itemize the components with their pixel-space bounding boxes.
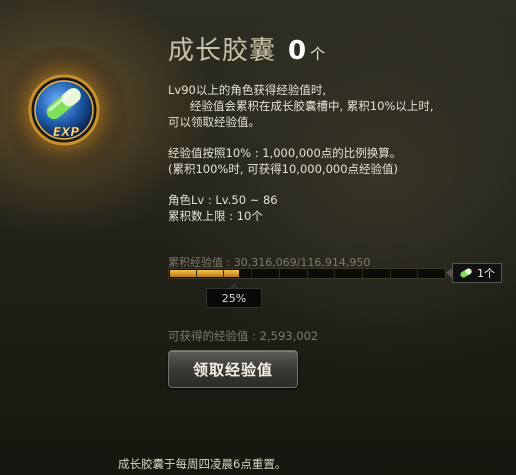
capsule-count-unit: 个 [310,45,326,63]
description-line: Lv90以上的角色获得经验值时, [168,83,327,97]
exp-progress-bar [168,268,446,279]
exp-label: EXP [53,125,79,139]
description-line: (累积100%时, 可获得10,000,000点经验值) [168,162,399,176]
progress-percent-tooltip: 25% [206,283,262,308]
progress-segment [252,269,280,278]
progress-segment [308,269,336,278]
progress-segment [224,269,253,278]
reset-notice: 成长胶囊于每周四凌晨6点重置。 [118,457,287,471]
capsule-icon [460,268,472,278]
claim-exp-button[interactable]: 领取经验值 [168,350,298,388]
description-line: 累积数上限 : 10个 [168,209,263,223]
progress-segment [280,269,308,278]
description-line: 角色Lv : Lv.50 ~ 86 [168,193,278,207]
description-line: 经验值会累积在成长胶囊槽中, 累积10%以上时, [190,99,434,113]
description-line: 经验值按照10% : 1,000,000点的比例换算。 [168,146,402,160]
obtainable-exp: 可获得的经验值 : 2,593,002 [168,329,319,343]
title-row: 成长胶囊 0 个 [168,30,325,67]
progress-segment [169,269,197,278]
description: Lv90以上的角色获得经验值时, 经验值会累积在成长胶囊槽中, 累积10%以上时… [168,82,488,224]
capsule-count: 0 [288,36,307,66]
exp-capsule-emblem: EXP [8,44,130,172]
description-line: 可以领取经验值。 [168,115,260,129]
progress-segment [363,269,391,278]
capsule-badge-text: 1个 [477,267,495,280]
progress-segment [335,269,363,278]
progress-segment [197,269,225,278]
progress-segment [418,269,445,278]
page-title: 成长胶囊 [168,36,277,66]
progress-segment [391,269,419,278]
capsule-count-badge: 1个 [446,263,502,283]
